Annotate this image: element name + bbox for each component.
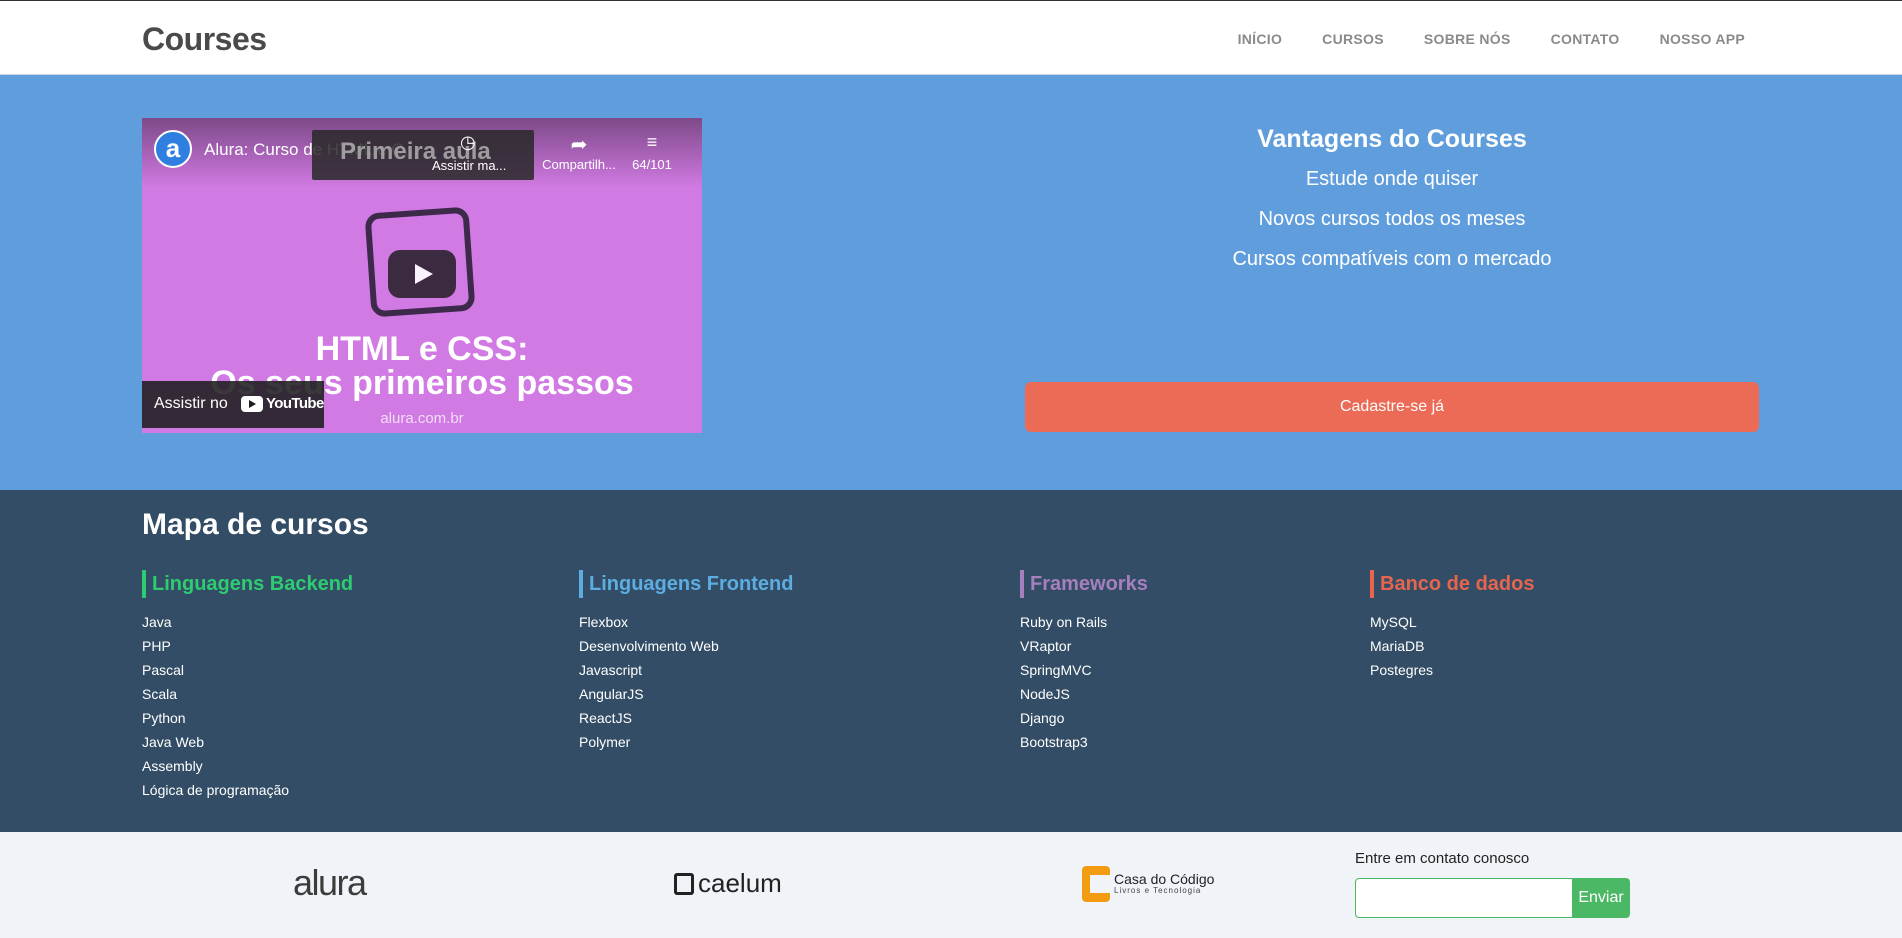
nav-nosso-app[interactable]: NOSSO APP bbox=[1660, 31, 1745, 47]
course-link[interactable]: Scala bbox=[142, 682, 353, 706]
course-column-backend: Linguagens Backend Java PHP Pascal Scala… bbox=[142, 570, 353, 802]
youtube-play-icon bbox=[241, 395, 263, 412]
casa-do-codigo-mark-icon bbox=[1082, 866, 1110, 902]
course-link[interactable]: Django bbox=[1020, 706, 1148, 730]
caelum-mark-icon bbox=[674, 872, 694, 895]
youtube-logo: YouTube bbox=[241, 395, 324, 412]
course-link[interactable]: VRaptor bbox=[1020, 634, 1148, 658]
column-heading: Frameworks bbox=[1020, 570, 1148, 598]
column-heading: Linguagens Backend bbox=[142, 570, 353, 598]
watch-later-label: Assistir ma... bbox=[432, 158, 507, 173]
advantages-title: Vantagens do Courses bbox=[1257, 125, 1527, 153]
share-label: Compartilh... bbox=[542, 157, 616, 172]
course-link[interactable]: MySQL bbox=[1370, 610, 1534, 634]
site-header: Courses INÍCIO CURSOS SOBRE NÓS CONTATO … bbox=[0, 0, 1902, 75]
column-heading: Banco de dados bbox=[1370, 570, 1534, 598]
watch-later-button[interactable]: Primeira aula ◷ Assistir ma... bbox=[312, 130, 534, 180]
send-button[interactable]: Enviar bbox=[1572, 878, 1630, 918]
watch-on-youtube-button[interactable]: Assistir no YouTube bbox=[142, 381, 324, 428]
advantage-item: Estude onde quiser bbox=[1305, 168, 1479, 190]
main-nav: INÍCIO CURSOS SOBRE NÓS CONTATO NOSSO AP… bbox=[1238, 31, 1745, 47]
course-column-frameworks: Frameworks Ruby on Rails VRaptor SpringM… bbox=[1020, 570, 1148, 754]
casa-do-codigo-tagline: Livros e Tecnologia bbox=[1114, 886, 1202, 896]
course-map-section: Mapa de cursos Linguagens Backend Java P… bbox=[0, 490, 1902, 832]
course-link[interactable]: ReactJS bbox=[579, 706, 793, 730]
clock-icon: ◷ bbox=[460, 132, 476, 152]
course-link[interactable]: Java bbox=[142, 610, 353, 634]
hero-section: a Alura: Curso de HTML e C... Primeira a… bbox=[0, 75, 1902, 490]
casa-do-codigo-text: Casa do Código Livros e Tecnologia bbox=[1114, 870, 1215, 896]
course-link[interactable]: Desenvolvimento Web bbox=[579, 634, 793, 658]
nav-inicio[interactable]: INÍCIO bbox=[1238, 31, 1283, 47]
advantage-item: Novos cursos todos os meses bbox=[1258, 208, 1526, 230]
course-link[interactable]: PHP bbox=[142, 634, 353, 658]
casa-do-codigo-name: Casa do Código bbox=[1114, 870, 1215, 887]
course-link[interactable]: Ruby on Rails bbox=[1020, 610, 1148, 634]
course-link[interactable]: Assembly bbox=[142, 754, 353, 778]
course-link[interactable]: Python bbox=[142, 706, 353, 730]
playlist-icon: ≡ bbox=[646, 132, 658, 152]
course-link[interactable]: Postegres bbox=[1370, 658, 1534, 682]
nav-sobre-nos[interactable]: SOBRE NÓS bbox=[1424, 31, 1511, 47]
course-link[interactable]: Pascal bbox=[142, 658, 353, 682]
nav-contato[interactable]: CONTATO bbox=[1551, 31, 1620, 47]
signup-button[interactable]: Cadastre-se já bbox=[1025, 382, 1759, 432]
youtube-wordmark: YouTube bbox=[266, 395, 324, 412]
contact-input[interactable] bbox=[1355, 878, 1573, 918]
playlist-count: 64/101 bbox=[632, 157, 672, 172]
advantages-panel: Vantagens do Courses Estude onde quiser … bbox=[1025, 125, 1759, 288]
playlist-button[interactable]: ≡ 64/101 bbox=[622, 132, 682, 174]
course-link[interactable]: Bootstrap3 bbox=[1020, 730, 1148, 754]
alura-logo[interactable]: alura bbox=[293, 862, 367, 904]
caelum-logo[interactable]: caelum bbox=[674, 868, 782, 899]
course-link[interactable]: Java Web bbox=[142, 730, 353, 754]
course-column-frontend: Linguagens Frontend Flexbox Desenvolvime… bbox=[579, 570, 793, 754]
watch-on-label: Assistir no bbox=[154, 395, 228, 412]
advantage-item: Cursos compatíveis com o mercado bbox=[1232, 248, 1552, 270]
course-link[interactable]: NodeJS bbox=[1020, 682, 1148, 706]
share-arrow-icon: ➦ bbox=[570, 134, 588, 156]
site-logo[interactable]: Courses bbox=[142, 21, 267, 58]
contact-label: Entre em contato conosco bbox=[1355, 850, 1530, 867]
nav-cursos[interactable]: CURSOS bbox=[1322, 31, 1384, 47]
course-link[interactable]: Lógica de programação bbox=[142, 778, 353, 802]
course-link[interactable]: Flexbox bbox=[579, 610, 793, 634]
course-link[interactable]: AngularJS bbox=[579, 682, 793, 706]
course-link[interactable]: Javascript bbox=[579, 658, 793, 682]
course-map-title: Mapa de cursos bbox=[142, 508, 369, 541]
course-link[interactable]: Polymer bbox=[579, 730, 793, 754]
embedded-video[interactable]: a Alura: Curso de HTML e C... Primeira a… bbox=[142, 118, 702, 433]
casa-do-codigo-logo[interactable]: Casa do Código Livros e Tecnologia bbox=[1082, 866, 1214, 902]
column-heading: Linguagens Frontend bbox=[579, 570, 793, 598]
play-icon[interactable] bbox=[388, 250, 456, 298]
course-link[interactable]: MariaDB bbox=[1370, 634, 1534, 658]
caelum-wordmark: caelum bbox=[698, 868, 782, 898]
site-footer: alura caelum Casa do Código Livros e Tec… bbox=[0, 832, 1902, 938]
course-column-databases: Banco de dados MySQL MariaDB Postegres bbox=[1370, 570, 1534, 682]
share-button[interactable]: ➦ Compartilh... bbox=[534, 132, 624, 174]
channel-avatar[interactable]: a bbox=[154, 130, 192, 168]
course-link[interactable]: SpringMVC bbox=[1020, 658, 1148, 682]
